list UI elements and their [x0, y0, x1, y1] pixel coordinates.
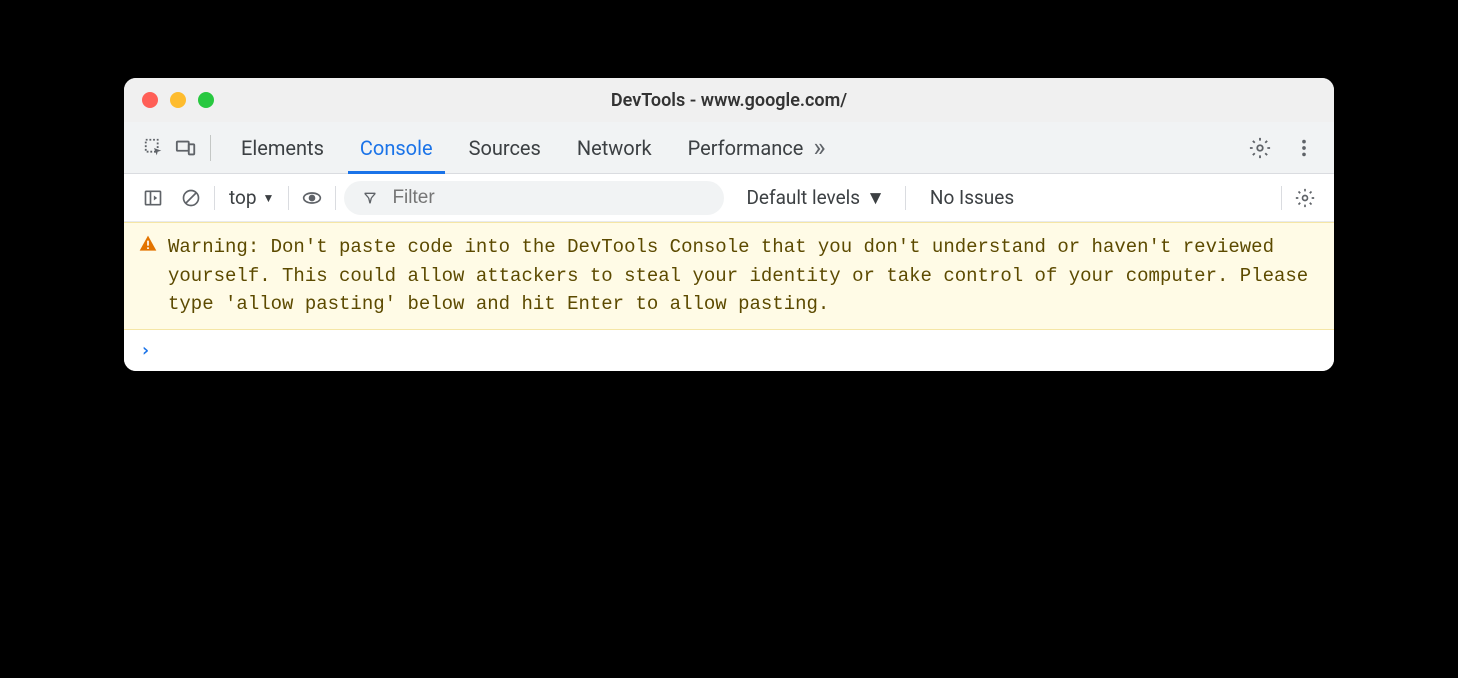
- warning-message: Warning: Don't paste code into the DevTo…: [124, 222, 1334, 330]
- divider: [1281, 186, 1282, 210]
- divider: [335, 186, 336, 210]
- traffic-lights: [142, 92, 214, 108]
- devtools-window: DevTools - www.google.com/ Elements Cons…: [124, 78, 1334, 371]
- settings-icon[interactable]: [1244, 132, 1276, 164]
- window-title: DevTools - www.google.com/: [124, 90, 1334, 111]
- filter-icon: [362, 190, 378, 206]
- caret-down-icon: ▼: [263, 191, 275, 205]
- maximize-window-button[interactable]: [198, 92, 214, 108]
- toggle-sidebar-icon[interactable]: [138, 183, 168, 213]
- console-prompt[interactable]: ›: [124, 330, 1334, 371]
- tabs-bar: Elements Console Sources Network Perform…: [124, 122, 1334, 174]
- divider: [905, 186, 906, 210]
- warning-text: Warning: Don't paste code into the DevTo…: [168, 236, 1308, 315]
- tab-sources[interactable]: Sources: [465, 124, 545, 172]
- tab-console[interactable]: Console: [356, 124, 437, 172]
- log-levels-selector[interactable]: Default levels ▼: [746, 186, 884, 210]
- prompt-chevron-icon: ›: [140, 340, 151, 361]
- filter-input[interactable]: [392, 187, 706, 209]
- device-toggle-icon[interactable]: [170, 132, 202, 164]
- tabs-list: Elements Console Sources Network Perform…: [237, 124, 807, 172]
- tab-network[interactable]: Network: [573, 124, 656, 172]
- clear-console-icon[interactable]: [176, 183, 206, 213]
- more-tabs-icon[interactable]: »: [807, 133, 831, 163]
- titlebar: DevTools - www.google.com/: [124, 78, 1334, 122]
- context-selector[interactable]: top ▼: [223, 186, 280, 209]
- divider: [210, 135, 211, 161]
- context-label: top: [229, 186, 257, 209]
- live-expression-icon[interactable]: [297, 183, 327, 213]
- divider: [288, 186, 289, 210]
- warning-icon: [138, 234, 158, 264]
- issues-button[interactable]: No Issues: [930, 186, 1014, 209]
- close-window-button[interactable]: [142, 92, 158, 108]
- divider: [214, 186, 215, 210]
- console-toolbar: top ▼ Default levels ▼ No Issues: [124, 174, 1334, 222]
- caret-down-icon: ▼: [866, 186, 885, 210]
- console-body: Warning: Don't paste code into the DevTo…: [124, 222, 1334, 371]
- tab-performance[interactable]: Performance: [684, 124, 808, 172]
- levels-label: Default levels: [746, 186, 860, 209]
- minimize-window-button[interactable]: [170, 92, 186, 108]
- more-menu-icon[interactable]: [1288, 132, 1320, 164]
- inspect-element-icon[interactable]: [138, 132, 170, 164]
- filter-box[interactable]: [344, 181, 724, 215]
- console-settings-icon[interactable]: [1290, 183, 1320, 213]
- tab-elements[interactable]: Elements: [237, 124, 328, 172]
